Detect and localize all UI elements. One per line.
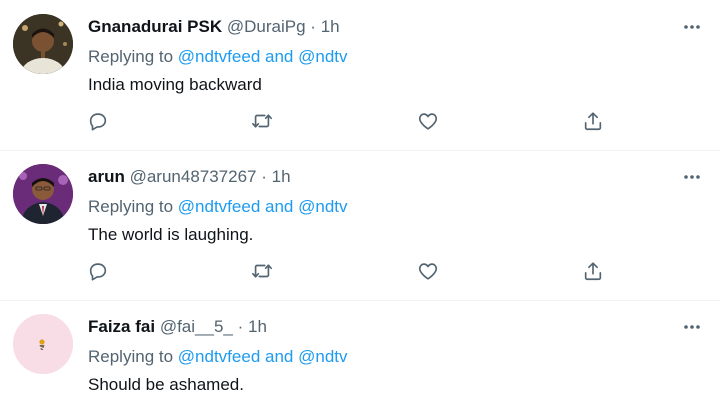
tweet-text: India moving backward: [88, 75, 262, 94]
replying-to: Replying to @ndtvfeed and @ndtv: [88, 196, 348, 218]
tweet-header: Faiza fai @fai__5_ · 1h: [88, 316, 267, 338]
more-icon[interactable]: [682, 167, 702, 187]
mention-link[interactable]: @ndtv: [298, 197, 347, 216]
display-name[interactable]: Faiza fai: [88, 317, 155, 336]
tweet[interactable]: Gnanadurai PSK @DuraiPg · 1h Replying to…: [0, 0, 720, 151]
replying-to: Replying to @ndtvfeed and @ndtv: [88, 346, 348, 368]
tweet-text: Should be ashamed.: [88, 375, 244, 394]
avatar[interactable]: [13, 14, 73, 74]
timestamp[interactable]: 1h: [321, 17, 340, 36]
tweet-actions: [0, 110, 720, 136]
replying-and: and: [265, 47, 294, 66]
retweet-icon[interactable]: [251, 110, 275, 134]
replying-to-label: Replying to: [88, 47, 174, 66]
reply-icon[interactable]: [87, 260, 111, 284]
avatar[interactable]: [13, 314, 73, 374]
user-handle[interactable]: @DuraiPg: [227, 17, 306, 36]
mention-link[interactable]: @ndtvfeed: [178, 347, 260, 366]
timestamp[interactable]: 1h: [248, 317, 267, 336]
replying-to-label: Replying to: [88, 197, 174, 216]
replying-to-label: Replying to: [88, 347, 174, 366]
timestamp[interactable]: 1h: [272, 167, 291, 186]
replying-and: and: [265, 197, 294, 216]
mention-link[interactable]: @ndtv: [298, 347, 347, 366]
avatar[interactable]: [13, 164, 73, 224]
avatar-photo: [13, 14, 73, 74]
like-icon[interactable]: [417, 260, 441, 284]
share-icon[interactable]: [582, 260, 606, 284]
mention-link[interactable]: @ndtv: [298, 47, 347, 66]
more-icon[interactable]: [682, 17, 702, 37]
separator-dot: ·: [310, 17, 316, 36]
separator-dot: ·: [261, 167, 267, 186]
tweet[interactable]: Faiza fai @fai__5_ · 1h Replying to @ndt…: [0, 300, 720, 403]
like-icon[interactable]: [417, 110, 441, 134]
replying-and: and: [265, 347, 294, 366]
mention-link[interactable]: @ndtvfeed: [178, 197, 260, 216]
share-icon[interactable]: [582, 110, 606, 134]
retweet-icon[interactable]: [251, 260, 275, 284]
more-icon[interactable]: [682, 317, 702, 337]
separator-dot: ·: [237, 317, 244, 336]
user-handle[interactable]: @arun48737267: [130, 167, 257, 186]
replying-to: Replying to @ndtvfeed and @ndtv: [88, 46, 348, 68]
tweet-header: Gnanadurai PSK @DuraiPg · 1h: [88, 16, 340, 38]
tweet-text: The world is laughing.: [88, 225, 254, 244]
display-name[interactable]: arun: [88, 167, 125, 186]
tweet[interactable]: arun @arun48737267 · 1h Replying to @ndt…: [0, 150, 720, 301]
avatar-photo: [13, 314, 73, 374]
avatar-photo: [13, 164, 73, 224]
tweet-header: arun @arun48737267 · 1h: [88, 166, 291, 188]
reply-icon[interactable]: [87, 110, 111, 134]
tweet-actions: [0, 260, 720, 286]
user-handle[interactable]: @fai__5_: [160, 317, 233, 336]
display-name[interactable]: Gnanadurai PSK: [88, 17, 222, 36]
mention-link[interactable]: @ndtvfeed: [178, 47, 260, 66]
